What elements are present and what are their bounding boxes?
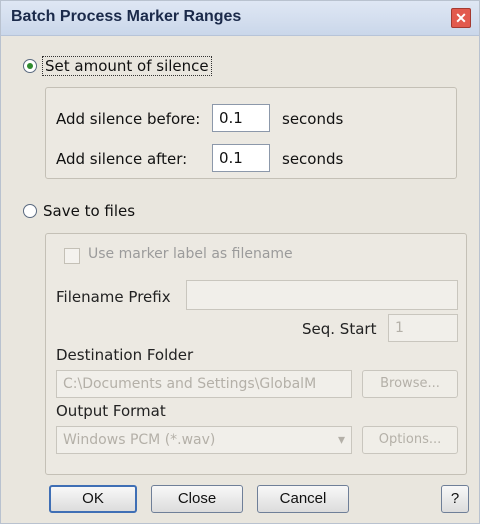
seq-start-label: Seq. Start <box>302 320 377 338</box>
silence-after-input[interactable]: 0.1 <box>212 144 270 172</box>
batch-process-dialog: Batch Process Marker Ranges ✕ Set amount… <box>0 0 480 524</box>
use-marker-label-checkbox[interactable] <box>64 248 80 264</box>
silence-after-unit: seconds <box>282 150 344 168</box>
filename-prefix-input[interactable] <box>186 280 458 310</box>
help-button[interactable]: ? <box>441 485 469 513</box>
files-group: Use marker label as filename Filename Pr… <box>45 233 467 475</box>
silence-option[interactable]: Set amount of silence <box>23 56 212 76</box>
output-format-label: Output Format <box>56 402 166 420</box>
files-radio-label[interactable]: Save to files <box>43 202 135 220</box>
silence-before-unit: seconds <box>282 110 344 128</box>
ok-button[interactable]: OK <box>49 485 137 513</box>
silence-before-label: Add silence before: <box>56 110 201 128</box>
dialog-title: Batch Process Marker Ranges <box>11 8 242 25</box>
close-icon[interactable]: ✕ <box>451 8 471 28</box>
destination-folder-input[interactable]: C:\Documents and Settings\GlobalM <box>56 370 352 398</box>
seq-start-input[interactable]: 1 <box>388 314 458 342</box>
browse-button[interactable]: Browse... <box>362 370 458 398</box>
files-option[interactable]: Save to files <box>23 202 135 220</box>
use-marker-label-text: Use marker label as filename <box>88 246 293 262</box>
options-button[interactable]: Options... <box>362 426 458 454</box>
silence-before-input[interactable]: 0.1 <box>212 104 270 132</box>
silence-group: Add silence before: 0.1 seconds Add sile… <box>45 87 457 179</box>
title-bar[interactable]: Batch Process Marker Ranges ✕ <box>1 1 479 36</box>
output-format-value: Windows PCM (*.wav) <box>63 432 216 448</box>
filename-prefix-label: Filename Prefix <box>56 288 171 306</box>
files-radio[interactable] <box>23 204 37 218</box>
destination-folder-label: Destination Folder <box>56 346 194 364</box>
output-format-select[interactable]: Windows PCM (*.wav) ▾ <box>56 426 352 454</box>
cancel-button[interactable]: Cancel <box>257 485 349 513</box>
chevron-down-icon[interactable]: ▾ <box>338 427 345 453</box>
silence-radio[interactable] <box>23 59 37 73</box>
silence-radio-label[interactable]: Set amount of silence <box>42 56 212 76</box>
close-button[interactable]: Close <box>151 485 243 513</box>
silence-after-label: Add silence after: <box>56 150 188 168</box>
